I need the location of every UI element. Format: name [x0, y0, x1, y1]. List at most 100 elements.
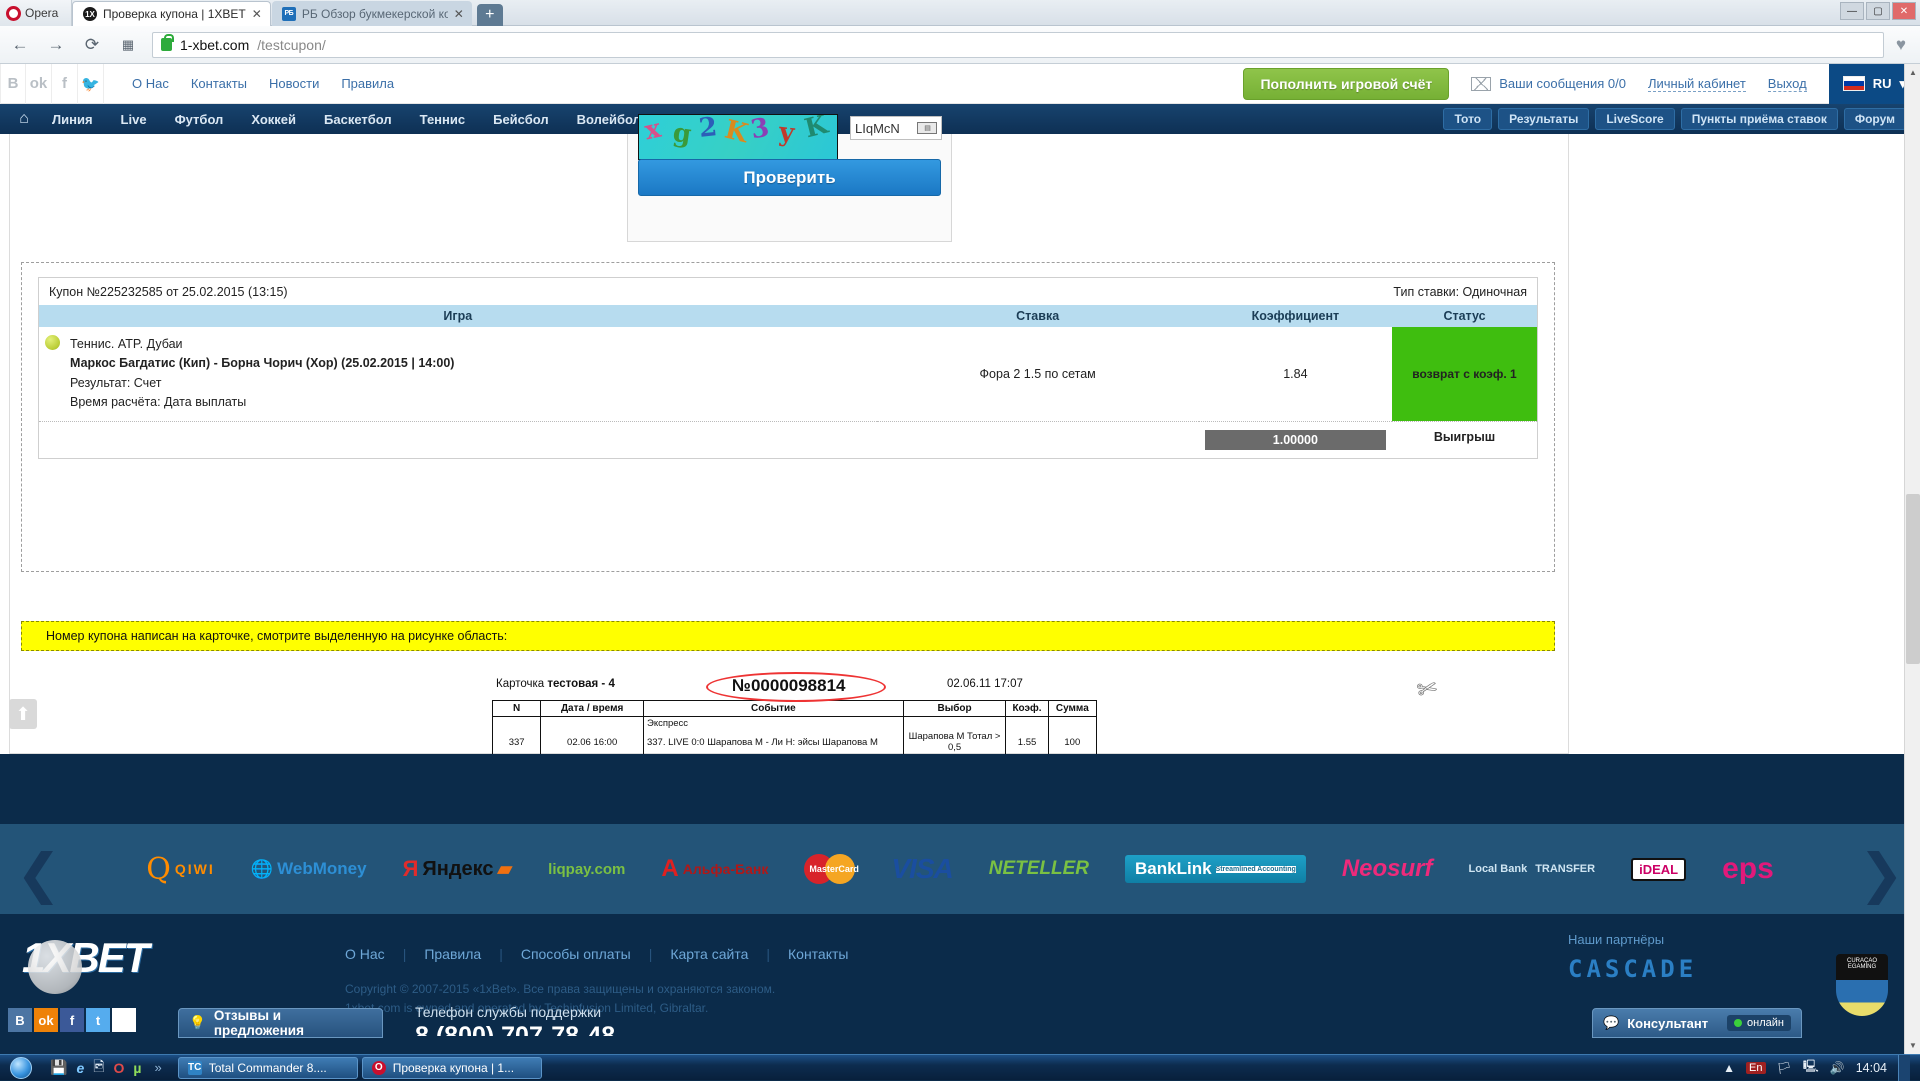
nav-item-hockey[interactable]: Хоккей [237, 112, 310, 127]
monitor-icon[interactable]: 🖳 [1803, 1057, 1819, 1078]
nav-item-line[interactable]: Линия [38, 112, 107, 127]
scroll-to-top-button[interactable]: ⬆ [9, 699, 37, 729]
odnoklassniki-icon[interactable]: ok [34, 1008, 58, 1032]
total-commander-icon: TC [188, 1061, 202, 1075]
util-link-rules[interactable]: Правила [341, 76, 394, 91]
col-game: Игра [39, 305, 877, 327]
utorrent-icon[interactable]: µ [133, 1060, 141, 1076]
nav-item-forum[interactable]: Форум [1844, 108, 1906, 130]
account-link[interactable]: Личный кабинет [1648, 76, 1746, 92]
volume-icon[interactable]: 🔊 [1830, 1061, 1845, 1075]
captcha-input[interactable]: LIqMcN ▤ [850, 116, 942, 140]
tray-expand-icon[interactable]: ▲ [1723, 1061, 1735, 1075]
payment-logo-qiwi[interactable]: Q QIWI [146, 852, 215, 887]
footer-link-about[interactable]: О Нас [345, 946, 385, 962]
util-link-about[interactable]: О Нас [132, 76, 169, 91]
payment-logo-neosurf[interactable]: Neosurf [1342, 855, 1433, 883]
footer-logo[interactable]: 1XBET [22, 934, 192, 1004]
tab-favicon-1xbet-icon: 1X [83, 7, 97, 21]
coupon-card: Купон №225232585 от 25.02.2015 (13:15) Т… [38, 277, 1538, 459]
browser-tab-inactive[interactable]: РБ РБ Обзор букмекерской кон ✕ [272, 1, 472, 26]
payment-logo-ideal[interactable]: iDEAL [1631, 858, 1686, 881]
logout-link[interactable]: Выход [1768, 76, 1807, 92]
payments-prev-arrow-icon[interactable]: ❮ [16, 842, 61, 905]
keyboard-icon[interactable]: ▤ [917, 122, 937, 134]
taskbar-item-opera[interactable]: O Проверка купона | 1... [362, 1057, 542, 1079]
quick-launch-overflow-icon[interactable]: » [154, 1060, 161, 1075]
show-desktop-button[interactable] [1898, 1055, 1910, 1081]
nav-item-live[interactable]: Live [107, 112, 161, 127]
twitter-icon[interactable]: t [86, 1008, 110, 1032]
curacao-egaming-seal-icon[interactable]: CURAÇAO EGAMING [1836, 954, 1888, 1016]
payment-logo-neteller[interactable]: NETELLER [989, 858, 1089, 880]
partner-cascade-logo[interactable]: CASCADE [1568, 955, 1697, 983]
deposit-button[interactable]: Пополнить игровой счёт [1243, 68, 1449, 100]
google-plus-icon[interactable]: 8+1 [112, 1008, 136, 1032]
page-scrollbar[interactable]: ▲ ▼ [1904, 64, 1920, 1054]
facebook-icon[interactable]: f [52, 64, 78, 104]
payment-logo-eps[interactable]: eps [1722, 852, 1774, 886]
consultant-widget[interactable]: 💬 Консультант онлайн [1592, 1008, 1802, 1038]
start-button[interactable] [0, 1055, 42, 1081]
internet-explorer-icon[interactable]: e [76, 1060, 84, 1076]
nav-item-baseball[interactable]: Бейсбол [479, 112, 563, 127]
new-tab-button[interactable]: + [477, 4, 503, 26]
speed-dial-icon[interactable]: ▦ [116, 33, 140, 57]
util-link-contacts[interactable]: Контакты [191, 76, 247, 91]
window-maximize-button[interactable]: ▢ [1866, 2, 1890, 20]
opera-icon[interactable]: O [114, 1060, 125, 1076]
address-bar[interactable]: 1-xbet.com/testcupon/ [152, 32, 1884, 58]
scrollbar-thumb[interactable] [1906, 494, 1920, 664]
home-icon[interactable]: ⌂ [10, 110, 38, 128]
payment-logo-mastercard[interactable]: MasterCard [804, 854, 855, 884]
payment-logo-webmoney[interactable]: 🌐 WebMoney [251, 859, 367, 880]
language-indicator[interactable]: En [1746, 1062, 1765, 1074]
window-minimize-button[interactable]: — [1840, 2, 1864, 20]
scrollbar-up-arrow-icon[interactable]: ▲ [1905, 64, 1920, 81]
payment-logo-liqpay[interactable]: liqpay.com [548, 861, 625, 878]
network-icon[interactable]: 🏳 [1777, 1061, 1792, 1075]
media-player-icon[interactable]: 🖻 [93, 1056, 104, 1080]
payment-logo-localbank[interactable]: Local Bank TRANSFER [1469, 863, 1596, 875]
messages-link[interactable]: Ваши сообщения 0/0 [1471, 76, 1626, 91]
save-icon[interactable]: 💾 [50, 1059, 67, 1076]
nav-item-tennis[interactable]: Теннис [406, 112, 479, 127]
nav-item-toto[interactable]: Тото [1443, 108, 1492, 130]
tab-close-icon[interactable]: ✕ [252, 7, 262, 21]
nav-item-basketball[interactable]: Баскетбол [310, 112, 406, 127]
taskbar-clock[interactable]: 14:04 [1856, 1061, 1887, 1075]
nav-item-football[interactable]: Футбол [161, 112, 238, 127]
browser-tab-active[interactable]: 1X Проверка купона | 1XВЕТ ✕ [72, 1, 271, 26]
util-link-news[interactable]: Новости [269, 76, 319, 91]
footer-link-sitemap[interactable]: Карта сайта [670, 946, 748, 962]
twitter-icon[interactable]: 🐦 [78, 64, 104, 104]
opera-app-badge[interactable]: Opera [0, 0, 72, 26]
forward-icon[interactable]: → [44, 33, 68, 57]
scrollbar-down-arrow-icon[interactable]: ▼ [1905, 1037, 1920, 1054]
event-result: Результат: Счет [70, 374, 454, 393]
footer-link-contacts[interactable]: Контакты [788, 946, 848, 962]
footer-link-rules[interactable]: Правила [424, 946, 481, 962]
payment-logo-yandex[interactable]: Я Яндекс ▰ [403, 856, 513, 882]
odnoklassniki-icon[interactable]: ok [26, 64, 52, 104]
back-icon[interactable]: ← [8, 33, 32, 57]
tab-close-icon[interactable]: ✕ [454, 7, 464, 21]
nav-item-livescore[interactable]: LiveScore [1595, 108, 1674, 130]
facebook-icon[interactable]: f [60, 1008, 84, 1032]
reload-icon[interactable]: ⟳ [80, 33, 104, 57]
vk-icon[interactable]: В [0, 64, 26, 104]
check-coupon-button[interactable]: Проверить [638, 159, 941, 196]
bookmark-heart-icon[interactable]: ♥ [1896, 35, 1912, 55]
payment-logo-visa[interactable]: VISA [891, 853, 952, 885]
nav-item-results[interactable]: Результаты [1498, 108, 1589, 130]
payments-next-arrow-icon[interactable]: ❯ [1859, 842, 1904, 905]
payment-logo-alfabank[interactable]: A Альфа-Банк [661, 855, 768, 883]
footer-link-payments[interactable]: Способы оплаты [521, 946, 631, 962]
window-close-button[interactable]: ✕ [1892, 2, 1916, 20]
total-spacer-2 [877, 421, 1199, 458]
feedback-button[interactable]: 💡 Отзывы и предложения [178, 1008, 383, 1038]
vk-icon[interactable]: В [8, 1008, 32, 1032]
payment-logo-banklink[interactable]: BankLink Streamlined Accounting [1125, 855, 1306, 883]
nav-item-betting-shops[interactable]: Пункты приёма ставок [1681, 108, 1838, 130]
taskbar-item-total-commander[interactable]: TC Total Commander 8.... [178, 1057, 358, 1079]
